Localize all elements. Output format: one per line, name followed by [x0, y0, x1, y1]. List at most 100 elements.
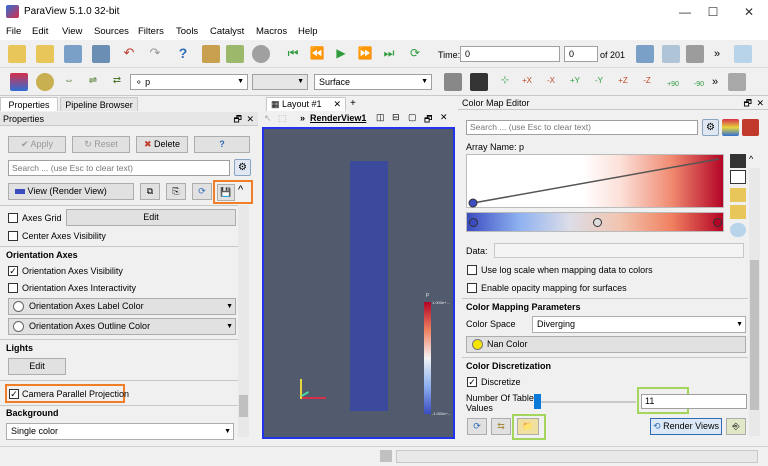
auto-apply-icon[interactable]: ⎆ [726, 418, 746, 435]
axes-grid-edit-button[interactable]: Edit [66, 209, 236, 226]
collapse-up-icon[interactable]: ^ [238, 184, 243, 196]
menu-catalyst[interactable]: Catalyst [210, 26, 244, 37]
tab-pipeline-browser[interactable]: Pipeline Browser [60, 97, 138, 111]
reset-button[interactable]: ↻ Reset [72, 136, 130, 153]
edit-color-map-icon[interactable] [36, 73, 54, 91]
menu-file[interactable]: File [6, 26, 21, 37]
disconnect-icon[interactable] [226, 45, 244, 63]
close-view-icon[interactable]: ✕ [440, 112, 448, 123]
rotate-minus-90-icon[interactable]: -90 [690, 73, 708, 91]
axes-grid-checkbox[interactable] [8, 213, 18, 223]
view-plus-z-icon[interactable]: +Z [614, 73, 632, 91]
orientation-interactivity-checkbox[interactable] [8, 283, 18, 293]
camera-link-icon[interactable] [636, 45, 654, 63]
color-map-gear-icon[interactable]: ⚙ [702, 119, 719, 136]
properties-scrollbar[interactable] [238, 205, 249, 437]
orientation-visibility-checkbox[interactable]: ✓ [8, 266, 18, 276]
next-frame-icon[interactable]: ⏩ [356, 45, 374, 63]
view-minus-z-icon[interactable]: -Z [638, 73, 656, 91]
expand-up-icon[interactable]: ^ [749, 154, 753, 164]
view-plus-x-icon[interactable]: +X [518, 73, 536, 91]
color-map-scrollbar[interactable] [749, 168, 760, 436]
scrollbar-thumb[interactable] [239, 395, 248, 417]
color-space-select[interactable]: Diverging ▼ [532, 316, 746, 333]
close-window-button[interactable]: ✕ [740, 3, 758, 21]
custom-range-icon[interactable] [730, 170, 746, 184]
choose-preset-icon[interactable] [722, 119, 739, 136]
component-select[interactable]: ▼ [252, 74, 308, 90]
rotate-plus-90-icon[interactable]: +90 [664, 73, 682, 91]
rescale-range-icon[interactable]: ⇔ [60, 73, 78, 91]
time-field[interactable]: 0 [460, 46, 560, 62]
refresh-icon[interactable]: ⟳ [467, 418, 487, 435]
nan-color-button[interactable]: Nan Color [466, 336, 746, 353]
undo-icon[interactable]: ↶ [120, 45, 138, 63]
camera-parallel-checkbox[interactable]: ✓ [9, 389, 19, 399]
toolbar-overflow[interactable]: » [714, 48, 720, 60]
play-icon[interactable]: ▶ [332, 45, 350, 63]
save-default-icon[interactable]: 📁 [517, 418, 539, 435]
delete-button[interactable]: ✖ Delete [136, 136, 188, 153]
split-vertical-icon[interactable]: ⊟ [392, 112, 400, 123]
close-tab-icon[interactable]: ✕ [333, 98, 341, 111]
open-recent-icon[interactable] [36, 45, 54, 63]
help-button[interactable]: ? [194, 136, 250, 153]
reset-camera-icon[interactable] [444, 73, 462, 91]
menu-view[interactable]: View [62, 26, 82, 37]
orientation-outline-color-button[interactable]: Orientation Axes Outline Color ▼ [8, 318, 236, 335]
table-values-input[interactable]: 11 [641, 394, 747, 409]
color-node-mid[interactable] [593, 218, 602, 227]
restore-icon[interactable]: ⇆ [491, 418, 511, 435]
restore-default-icon[interactable]: ⟳ [192, 183, 212, 200]
add-tab-button[interactable]: + [350, 98, 356, 109]
table-values-slider-handle[interactable] [534, 394, 541, 409]
menu-sources[interactable]: Sources [94, 26, 129, 37]
menu-filters[interactable]: Filters [138, 26, 164, 37]
toolbar2-overflow[interactable]: » [712, 76, 718, 88]
interaction-icon[interactable] [734, 45, 752, 63]
frame-spinbox[interactable]: 0 [564, 46, 598, 62]
previous-frame-icon[interactable]: ⏪ [308, 45, 326, 63]
undock-icon[interactable]: 🗗 [744, 96, 752, 110]
undock-view-icon[interactable]: 🗗 [424, 112, 432, 128]
menu-macros[interactable]: Macros [256, 26, 287, 37]
color-node-min[interactable] [469, 218, 478, 227]
use-data-range-icon[interactable] [730, 154, 746, 168]
background-select[interactable]: Single color ▼ [6, 423, 234, 440]
toggle-color-legend-icon[interactable] [10, 73, 28, 91]
last-frame-icon[interactable]: ⏭ [380, 45, 398, 63]
open-file-icon[interactable] [8, 45, 26, 63]
properties-search-input[interactable]: Search ... (use Esc to clear text) [8, 160, 230, 176]
undock-icon[interactable]: 🗗 [234, 112, 242, 126]
scrollbar-thumb[interactable] [750, 260, 759, 410]
loop-icon[interactable]: ⟳ [406, 45, 424, 63]
save-default-icon[interactable]: 💾 [217, 184, 235, 201]
split-horizontal-icon[interactable]: ◫ [376, 112, 385, 123]
render-view[interactable]: p 1.000e+... -1.000e+... [262, 127, 455, 439]
minimize-button[interactable]: — [676, 3, 694, 21]
orientation-label-color-button[interactable]: Orientation Axes Label Color ▼ [8, 298, 236, 315]
help-icon[interactable]: ? [174, 45, 192, 63]
copy-icon[interactable]: ⧉ [140, 183, 160, 200]
connect-icon[interactable] [202, 45, 220, 63]
animation-icon[interactable] [686, 45, 704, 63]
first-frame-icon[interactable]: ⏮ [284, 45, 302, 63]
capture-icon[interactable]: ⬚ [278, 113, 287, 124]
tab-properties[interactable]: Properties [0, 97, 58, 111]
render-views-button[interactable]: ⟲ Render Views [650, 418, 722, 435]
lights-edit-button[interactable]: Edit [8, 358, 66, 375]
save-state-icon[interactable] [730, 205, 746, 219]
view-minus-x-icon[interactable]: -X [542, 73, 560, 91]
redo-icon[interactable]: ↷ [146, 45, 164, 63]
opacity-mapping-checkbox[interactable] [467, 283, 477, 293]
advanced-icon[interactable] [730, 223, 746, 237]
settings-icon[interactable] [252, 45, 270, 63]
close-panel-icon[interactable]: ✕ [246, 112, 254, 126]
calculator-icon[interactable] [728, 73, 746, 91]
maximize-view-icon[interactable]: ▢ [408, 112, 417, 123]
view-minus-y-icon[interactable]: -Y [590, 73, 608, 91]
menu-tools[interactable]: Tools [176, 26, 198, 37]
color-transfer-function[interactable] [466, 212, 724, 232]
pointer-icon[interactable]: ↖ [264, 113, 272, 124]
rescale-custom-icon[interactable]: ⇌ [84, 73, 102, 91]
